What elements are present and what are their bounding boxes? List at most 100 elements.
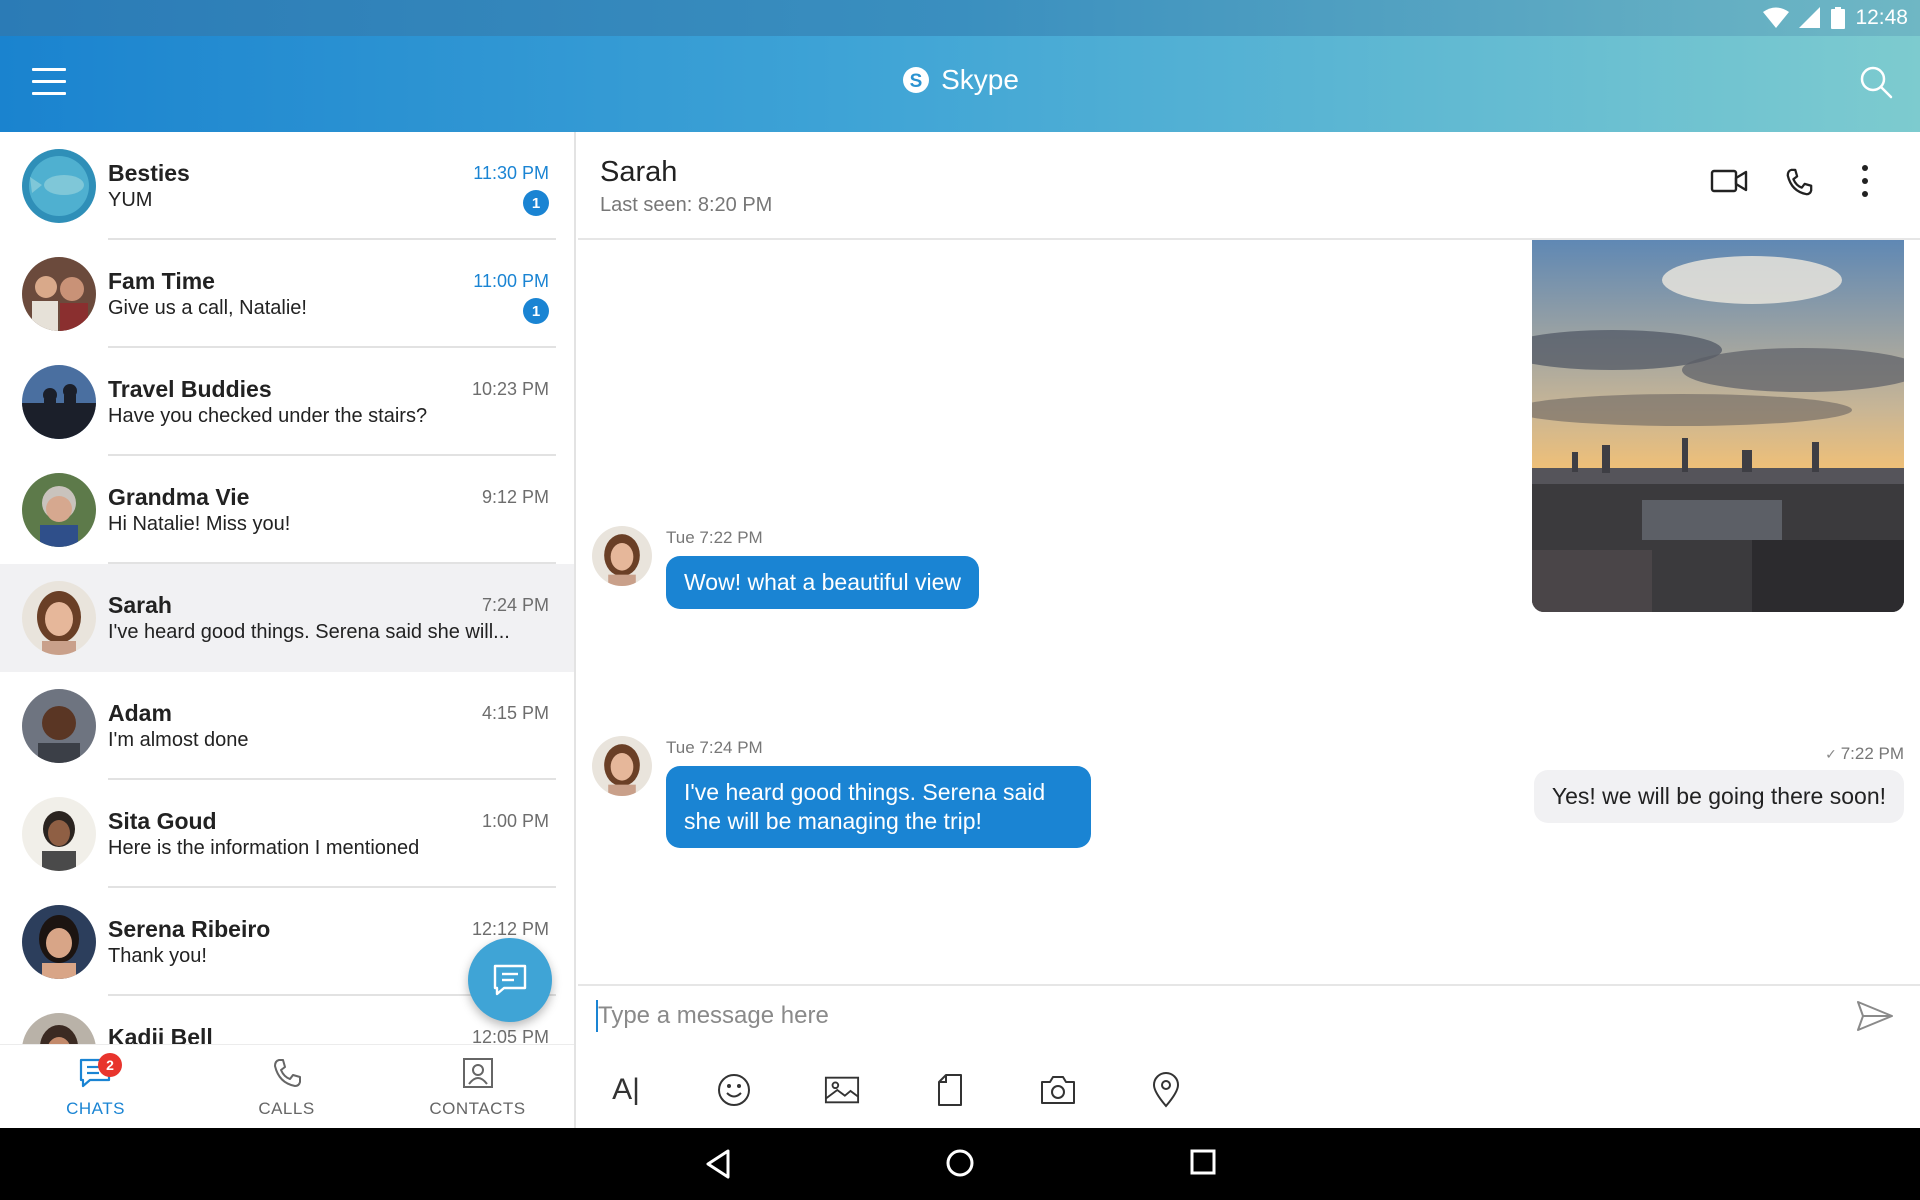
new-chat-button[interactable] xyxy=(468,938,552,1022)
app-bar: S Skype xyxy=(0,36,1920,132)
chat-item-grandma-vie[interactable]: Grandma Vie Hi Natalie! Miss you! 9:12 P… xyxy=(0,456,574,564)
chat-name: Besties xyxy=(108,160,190,186)
svg-text:S: S xyxy=(910,71,923,92)
signal-icon xyxy=(1799,7,1821,28)
app-title: Skype xyxy=(941,64,1019,95)
send-icon xyxy=(1857,1001,1893,1031)
chat-name: Adam xyxy=(108,700,172,726)
chat-time: 7:24 PM xyxy=(481,595,549,615)
location-pin-icon xyxy=(1152,1072,1180,1108)
conversation-panel: Sarah Last seen: 8:20 PM Tue 7:22 PM Wow… xyxy=(578,132,1920,1128)
message-time: Tue 7:24 PM xyxy=(666,738,763,757)
chat-item-sarah[interactable]: Sarah I've heard good things. Serena sai… xyxy=(0,564,574,672)
tab-chats[interactable]: 2 CHATS xyxy=(0,1045,191,1128)
avatar xyxy=(22,581,96,655)
home-button[interactable] xyxy=(945,1148,975,1183)
more-vertical-icon xyxy=(1862,165,1868,197)
chat-item-fam-time[interactable]: Fam Time Give us a call, Natalie! 11:00 … xyxy=(0,240,574,348)
chat-preview: I've heard good things. Serena said she … xyxy=(108,621,510,643)
avatar xyxy=(22,797,96,871)
text-format-button[interactable]: A| xyxy=(608,1072,644,1108)
message-composer: A| xyxy=(578,984,1920,1128)
status-time: 12:48 xyxy=(1855,6,1908,29)
message-thread[interactable]: Tue 7:22 PM Wow! what a beautiful view ✓… xyxy=(578,240,1920,984)
image-button[interactable] xyxy=(824,1072,860,1108)
back-triangle-icon xyxy=(706,1149,730,1179)
avatar xyxy=(22,905,96,979)
file-button[interactable] xyxy=(932,1072,968,1108)
chat-preview: Give us a call, Natalie! xyxy=(108,297,307,319)
search-button[interactable] xyxy=(1858,64,1894,105)
avatar xyxy=(22,689,96,763)
contacts-icon xyxy=(462,1057,494,1094)
chat-time: 4:15 PM xyxy=(481,703,549,723)
chat-time: 1:00 PM xyxy=(481,811,549,831)
camera-icon xyxy=(1041,1076,1075,1104)
system-navigation-bar xyxy=(0,1128,1920,1200)
chat-time: 12:05 PM xyxy=(471,1027,549,1044)
tab-contacts-label: CONTACTS xyxy=(429,1099,526,1118)
chat-item-sita-goud[interactable]: Sita Goud Here is the information I ment… xyxy=(0,780,574,888)
chat-item-adam[interactable]: Adam I'm almost done 4:15 PM xyxy=(0,672,574,780)
contact-name: Sarah xyxy=(600,156,678,188)
message-time-sent: ✓ 7:22 PM xyxy=(1825,744,1904,764)
audio-call-button[interactable] xyxy=(1784,166,1814,203)
new-chat-icon xyxy=(493,964,527,996)
status-bar: 12:48 xyxy=(0,0,1920,36)
avatar xyxy=(592,736,652,796)
avatar xyxy=(22,149,96,223)
image-icon xyxy=(824,1076,860,1104)
back-button[interactable] xyxy=(704,1148,732,1185)
tab-calls-label: CALLS xyxy=(258,1099,315,1118)
location-button[interactable] xyxy=(1148,1072,1184,1108)
emoji-icon xyxy=(718,1074,750,1106)
chat-name: Sarah xyxy=(108,592,172,618)
incoming-message[interactable]: Wow! what a beautiful view xyxy=(666,556,979,609)
chat-name: Sita Goud xyxy=(108,808,217,834)
avatar xyxy=(22,473,96,547)
avatar xyxy=(22,257,96,331)
chats-badge: 2 xyxy=(98,1053,122,1077)
chat-time: 9:12 PM xyxy=(481,487,549,507)
outgoing-message[interactable]: Yes! we will be going there soon! xyxy=(1533,770,1904,823)
emoji-button[interactable] xyxy=(716,1072,752,1108)
chat-time: 11:00 PM xyxy=(473,271,549,291)
avatar xyxy=(22,1013,96,1044)
more-options-button[interactable] xyxy=(1860,164,1870,203)
chat-list[interactable]: Besties YUM 11:30 PM 1 Fam Time Give us … xyxy=(0,132,574,1044)
video-call-button[interactable] xyxy=(1710,168,1748,199)
skype-logo-icon: S xyxy=(903,67,930,93)
phone-icon xyxy=(271,1057,303,1094)
chat-preview: Thank you! xyxy=(108,945,207,967)
avatar xyxy=(22,365,96,439)
shared-photo[interactable] xyxy=(1532,240,1904,612)
chat-time: 10:23 PM xyxy=(471,379,549,399)
chat-preview: Have you checked under the stairs? xyxy=(108,405,428,427)
chat-list-panel: Besties YUM 11:30 PM 1 Fam Time Give us … xyxy=(0,132,576,1128)
recents-square-icon xyxy=(1190,1149,1216,1175)
incoming-message[interactable]: I've heard good things. Serena said she … xyxy=(666,766,1091,848)
wifi-icon xyxy=(1763,7,1790,28)
video-camera-icon xyxy=(1710,169,1748,193)
unread-badge: 1 xyxy=(523,190,549,216)
chat-preview: YUM xyxy=(108,189,153,211)
chat-preview: Here is the information I mentioned xyxy=(108,837,420,859)
composer-toolbar: A| xyxy=(608,1072,1184,1108)
chat-item-besties[interactable]: Besties YUM 11:30 PM 1 xyxy=(0,132,574,240)
unread-badge: 1 xyxy=(523,298,549,324)
chat-name: Grandma Vie xyxy=(108,484,250,510)
sent-check-icon: ✓ xyxy=(1825,746,1841,762)
message-input[interactable] xyxy=(598,994,1798,1038)
tab-calls[interactable]: CALLS xyxy=(191,1045,382,1128)
file-icon xyxy=(938,1074,962,1106)
chat-name: Serena Ribeiro xyxy=(108,916,271,942)
camera-button[interactable] xyxy=(1040,1072,1076,1108)
tab-contacts[interactable]: CONTACTS xyxy=(382,1045,573,1128)
recents-button[interactable] xyxy=(1189,1148,1217,1181)
chat-name: Kadii Bell xyxy=(108,1024,213,1044)
tab-chats-label: CHATS xyxy=(66,1099,125,1118)
conversation-header: Sarah Last seen: 8:20 PM xyxy=(578,132,1920,240)
send-button[interactable] xyxy=(1856,1000,1894,1037)
message-time: Tue 7:22 PM xyxy=(666,528,763,547)
chat-item-travel-buddies[interactable]: Travel Buddies Have you checked under th… xyxy=(0,348,574,456)
